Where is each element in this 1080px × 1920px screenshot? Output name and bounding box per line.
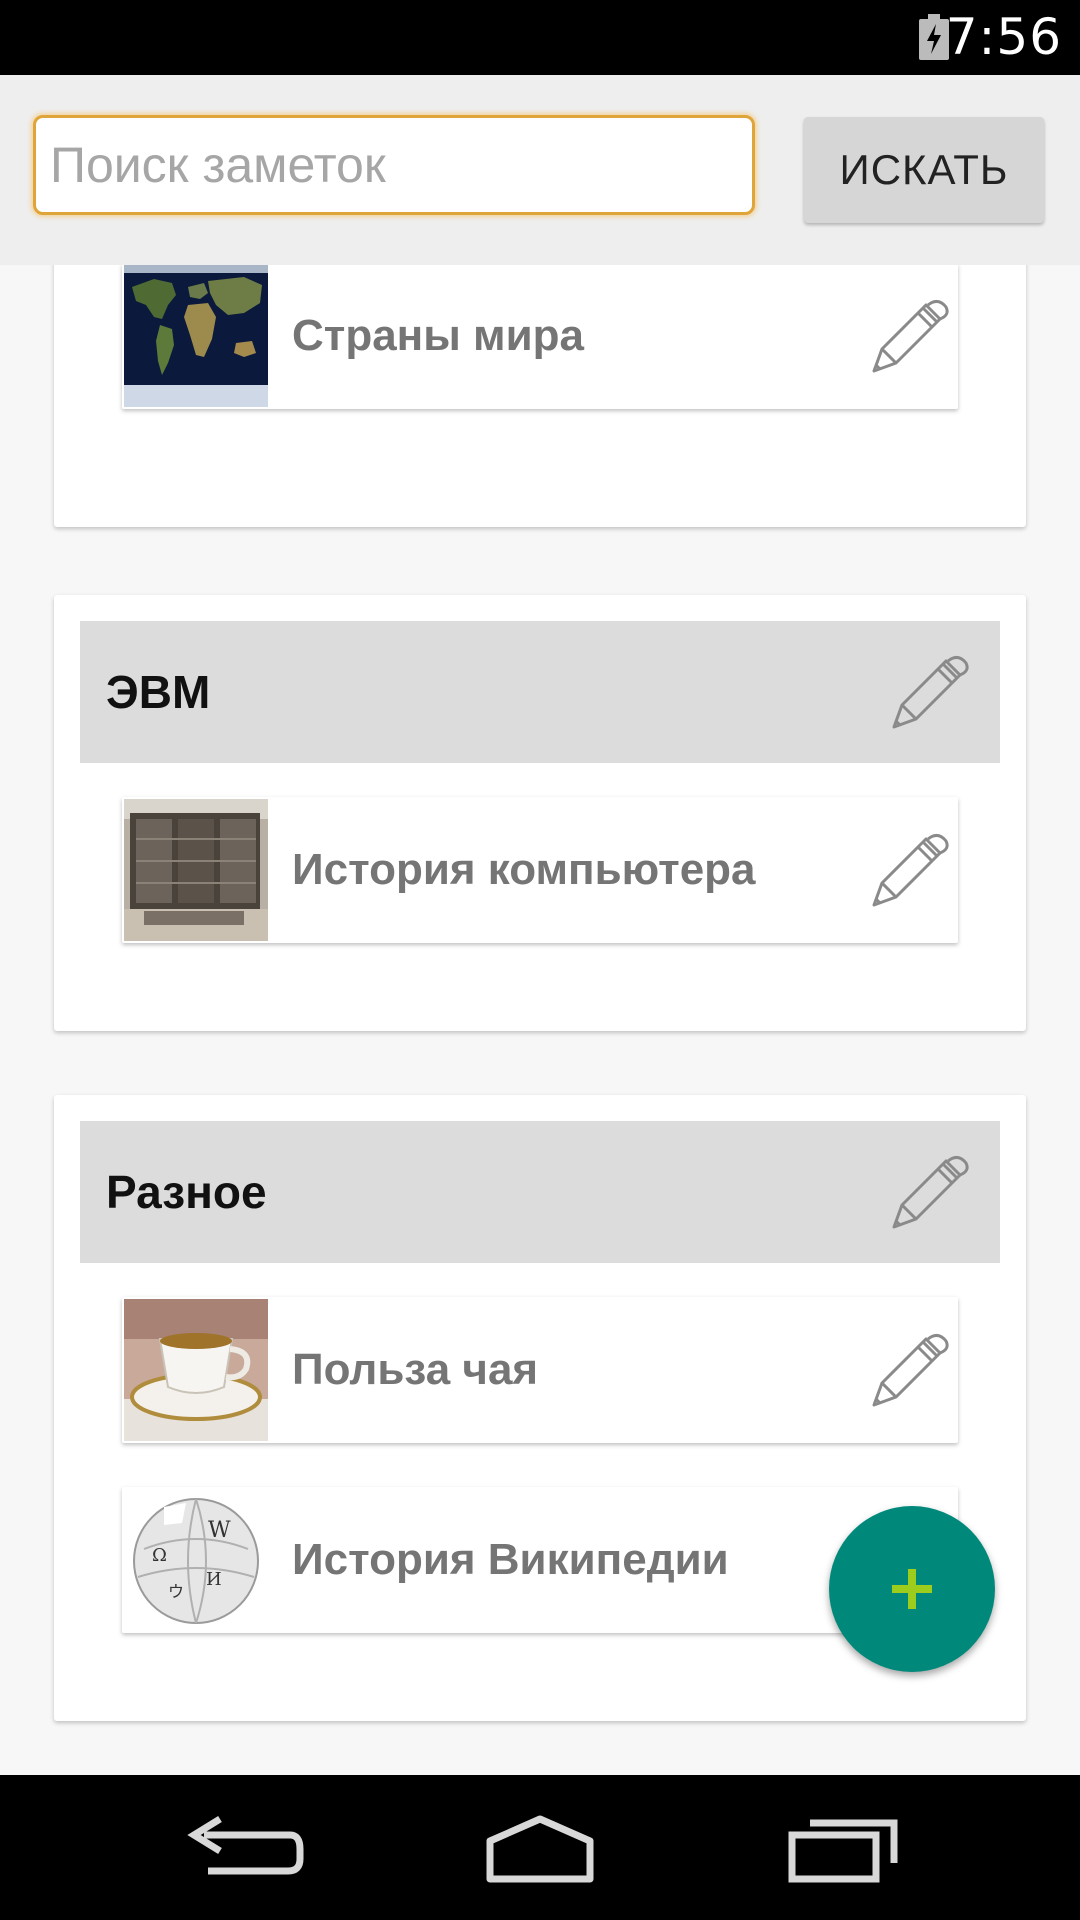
battery-charging-icon — [919, 14, 949, 60]
status-time: 7:56 — [945, 8, 1062, 66]
category-title: Разное — [106, 1166, 267, 1218]
svg-text:И: И — [206, 1569, 222, 1590]
plus-icon — [892, 1569, 932, 1609]
note-title: История компьютера — [292, 845, 756, 894]
note-title: Страны мира — [292, 311, 584, 360]
svg-text:W: W — [208, 1518, 231, 1543]
svg-text:ウ: ウ — [168, 1582, 184, 1601]
pencil-icon[interactable] — [888, 1151, 970, 1233]
category-header[interactable]: ЭВМ — [80, 621, 1000, 763]
world-map-thumb — [124, 265, 268, 407]
pencil-icon[interactable] — [868, 1329, 950, 1411]
computer-thumb — [124, 799, 268, 941]
navigation-bar — [0, 1775, 1080, 1920]
pencil-icon[interactable] — [868, 295, 950, 377]
category-card: Страны мира — [54, 265, 1026, 527]
note-title: Польза чая — [292, 1345, 539, 1394]
pencil-icon[interactable] — [868, 829, 950, 911]
category-card: ЭВМ История компьютера — [54, 595, 1026, 1031]
home-icon[interactable] — [470, 1805, 610, 1895]
search-input[interactable] — [33, 115, 755, 215]
svg-text:Ω: Ω — [152, 1545, 167, 1566]
back-icon[interactable] — [170, 1805, 310, 1895]
note-card[interactable]: История компьютера — [122, 797, 958, 943]
pencil-icon[interactable] — [888, 651, 970, 733]
note-card[interactable]: Польза чая — [122, 1297, 958, 1443]
note-card[interactable]: Страны мира — [122, 265, 958, 409]
search-bar: ИСКАТЬ — [0, 75, 1080, 265]
add-note-button[interactable] — [829, 1506, 995, 1672]
search-button[interactable]: ИСКАТЬ — [804, 117, 1044, 223]
category-header[interactable]: Разное — [80, 1121, 1000, 1263]
category-title: ЭВМ — [106, 666, 211, 718]
status-bar: 7:56 — [0, 0, 1080, 75]
note-title: История Википедии — [292, 1535, 729, 1584]
recents-icon[interactable] — [776, 1805, 916, 1895]
wikipedia-globe-thumb: W Ω И ウ — [124, 1489, 268, 1631]
tea-cup-thumb — [124, 1299, 268, 1441]
